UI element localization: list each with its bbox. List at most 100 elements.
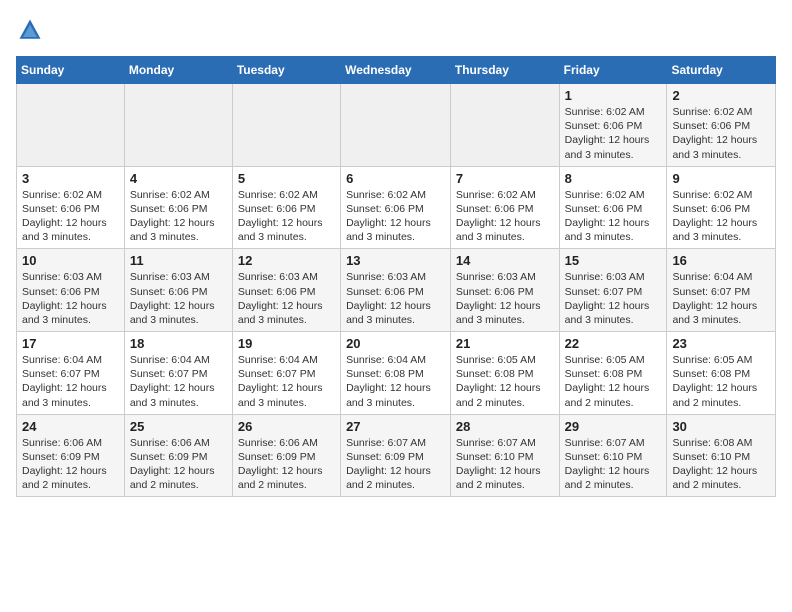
day-number: 3: [22, 171, 119, 186]
calendar-cell: 18 Sunrise: 6:04 AM Sunset: 6:07 PM Dayli…: [124, 332, 232, 415]
day-info: Sunrise: 6:05 AM Sunset: 6:08 PM Dayligh…: [456, 353, 554, 410]
day-info: Sunrise: 6:03 AM Sunset: 6:06 PM Dayligh…: [130, 270, 227, 327]
calendar-cell: 22Sunrise: 6:05 AM Sunset: 6:08 PM Dayli…: [559, 332, 667, 415]
day-info: Sunrise: 6:02 AM Sunset: 6:06 PM Dayligh…: [22, 188, 119, 245]
calendar-cell: 11 Sunrise: 6:03 AM Sunset: 6:06 PM Dayli…: [124, 249, 232, 332]
calendar-cell: 10 Sunrise: 6:03 AM Sunset: 6:06 PM Dayli…: [17, 249, 125, 332]
calendar-cell: 4 Sunrise: 6:02 AM Sunset: 6:06 PM Daylig…: [124, 166, 232, 249]
calendar-cell: 17 Sunrise: 6:04 AM Sunset: 6:07 PM Dayli…: [17, 332, 125, 415]
calendar-cell: 1Sunrise: 6:02 AM Sunset: 6:06 PM Daylig…: [559, 84, 667, 167]
calendar-cell: 9Sunrise: 6:02 AM Sunset: 6:06 PM Daylig…: [667, 166, 776, 249]
day-number: 27: [346, 419, 445, 434]
day-info: Sunrise: 6:04 AM Sunset: 6:07 PM Dayligh…: [238, 353, 335, 410]
calendar-cell: [17, 84, 125, 167]
day-info: Sunrise: 6:08 AM Sunset: 6:10 PM Dayligh…: [672, 436, 770, 493]
weekday-header: Friday: [559, 57, 667, 84]
calendar-header: SundayMondayTuesdayWednesdayThursdayFrid…: [17, 57, 776, 84]
day-number: 14: [456, 253, 554, 268]
calendar-cell: 12 Sunrise: 6:03 AM Sunset: 6:06 PM Dayli…: [232, 249, 340, 332]
day-info: Sunrise: 6:02 AM Sunset: 6:06 PM Dayligh…: [672, 188, 770, 245]
calendar-cell: 15 Sunrise: 6:03 AM Sunset: 6:07 PM Dayli…: [559, 249, 667, 332]
weekday-header: Monday: [124, 57, 232, 84]
calendar-cell: 7 Sunrise: 6:02 AM Sunset: 6:06 PM Daylig…: [450, 166, 559, 249]
weekday-header: Saturday: [667, 57, 776, 84]
page-header: [16, 16, 776, 44]
day-number: 28: [456, 419, 554, 434]
day-number: 29: [565, 419, 662, 434]
calendar-cell: [124, 84, 232, 167]
calendar-cell: 13Sunrise: 6:03 AM Sunset: 6:06 PM Dayli…: [341, 249, 451, 332]
day-number: 13: [346, 253, 445, 268]
day-info: Sunrise: 6:02 AM Sunset: 6:06 PM Dayligh…: [672, 105, 770, 162]
calendar-table: SundayMondayTuesdayWednesdayThursdayFrid…: [16, 56, 776, 497]
day-info: Sunrise: 6:03 AM Sunset: 6:06 PM Dayligh…: [456, 270, 554, 327]
calendar-cell: 20Sunrise: 6:04 AM Sunset: 6:08 PM Dayli…: [341, 332, 451, 415]
calendar-cell: 23 Sunrise: 6:05 AM Sunset: 6:08 PM Dayli…: [667, 332, 776, 415]
day-number: 6: [346, 171, 445, 186]
day-info: Sunrise: 6:02 AM Sunset: 6:06 PM Dayligh…: [565, 188, 662, 245]
day-number: 30: [672, 419, 770, 434]
day-info: Sunrise: 6:05 AM Sunset: 6:08 PM Dayligh…: [672, 353, 770, 410]
day-info: Sunrise: 6:04 AM Sunset: 6:07 PM Dayligh…: [22, 353, 119, 410]
day-number: 12: [238, 253, 335, 268]
calendar-week-row: 10 Sunrise: 6:03 AM Sunset: 6:06 PM Dayli…: [17, 249, 776, 332]
day-number: 15: [565, 253, 662, 268]
day-info: Sunrise: 6:04 AM Sunset: 6:07 PM Dayligh…: [130, 353, 227, 410]
logo-icon: [16, 16, 44, 44]
calendar-cell: [450, 84, 559, 167]
day-info: Sunrise: 6:06 AM Sunset: 6:09 PM Dayligh…: [238, 436, 335, 493]
calendar-cell: 27 Sunrise: 6:07 AM Sunset: 6:09 PM Dayli…: [341, 414, 451, 497]
calendar-cell: 6 Sunrise: 6:02 AM Sunset: 6:06 PM Daylig…: [341, 166, 451, 249]
logo: [16, 16, 50, 44]
day-number: 24: [22, 419, 119, 434]
weekday-header: Thursday: [450, 57, 559, 84]
day-number: 17: [22, 336, 119, 351]
calendar-cell: 29 Sunrise: 6:07 AM Sunset: 6:10 PM Dayli…: [559, 414, 667, 497]
day-number: 5: [238, 171, 335, 186]
day-info: Sunrise: 6:06 AM Sunset: 6:09 PM Dayligh…: [22, 436, 119, 493]
day-info: Sunrise: 6:02 AM Sunset: 6:06 PM Dayligh…: [565, 105, 662, 162]
day-info: Sunrise: 6:07 AM Sunset: 6:10 PM Dayligh…: [565, 436, 662, 493]
calendar-cell: 26 Sunrise: 6:06 AM Sunset: 6:09 PM Dayli…: [232, 414, 340, 497]
weekday-header: Tuesday: [232, 57, 340, 84]
calendar-cell: 14 Sunrise: 6:03 AM Sunset: 6:06 PM Dayli…: [450, 249, 559, 332]
day-number: 21: [456, 336, 554, 351]
day-number: 4: [130, 171, 227, 186]
calendar-cell: 25Sunrise: 6:06 AM Sunset: 6:09 PM Dayli…: [124, 414, 232, 497]
day-info: Sunrise: 6:03 AM Sunset: 6:07 PM Dayligh…: [565, 270, 662, 327]
calendar-week-row: 1Sunrise: 6:02 AM Sunset: 6:06 PM Daylig…: [17, 84, 776, 167]
calendar-cell: 21 Sunrise: 6:05 AM Sunset: 6:08 PM Dayli…: [450, 332, 559, 415]
day-info: Sunrise: 6:07 AM Sunset: 6:09 PM Dayligh…: [346, 436, 445, 493]
weekday-header: Wednesday: [341, 57, 451, 84]
day-info: Sunrise: 6:03 AM Sunset: 6:06 PM Dayligh…: [22, 270, 119, 327]
day-number: 25: [130, 419, 227, 434]
day-info: Sunrise: 6:02 AM Sunset: 6:06 PM Dayligh…: [238, 188, 335, 245]
day-info: Sunrise: 6:02 AM Sunset: 6:06 PM Dayligh…: [346, 188, 445, 245]
day-number: 16: [672, 253, 770, 268]
day-number: 11: [130, 253, 227, 268]
day-number: 10: [22, 253, 119, 268]
day-number: 23: [672, 336, 770, 351]
day-info: Sunrise: 6:07 AM Sunset: 6:10 PM Dayligh…: [456, 436, 554, 493]
calendar-week-row: 17 Sunrise: 6:04 AM Sunset: 6:07 PM Dayli…: [17, 332, 776, 415]
day-number: 26: [238, 419, 335, 434]
day-number: 7: [456, 171, 554, 186]
calendar-cell: 2 Sunrise: 6:02 AM Sunset: 6:06 PM Daylig…: [667, 84, 776, 167]
calendar-cell: 16Sunrise: 6:04 AM Sunset: 6:07 PM Dayli…: [667, 249, 776, 332]
calendar-cell: 5 Sunrise: 6:02 AM Sunset: 6:06 PM Daylig…: [232, 166, 340, 249]
calendar-week-row: 3 Sunrise: 6:02 AM Sunset: 6:06 PM Daylig…: [17, 166, 776, 249]
weekday-header: Sunday: [17, 57, 125, 84]
day-number: 18: [130, 336, 227, 351]
day-info: Sunrise: 6:02 AM Sunset: 6:06 PM Dayligh…: [130, 188, 227, 245]
calendar-cell: 3 Sunrise: 6:02 AM Sunset: 6:06 PM Daylig…: [17, 166, 125, 249]
calendar-cell: [232, 84, 340, 167]
day-info: Sunrise: 6:02 AM Sunset: 6:06 PM Dayligh…: [456, 188, 554, 245]
day-info: Sunrise: 6:03 AM Sunset: 6:06 PM Dayligh…: [238, 270, 335, 327]
calendar-cell: [341, 84, 451, 167]
day-number: 2: [672, 88, 770, 103]
calendar-cell: 19 Sunrise: 6:04 AM Sunset: 6:07 PM Dayli…: [232, 332, 340, 415]
day-number: 19: [238, 336, 335, 351]
calendar-week-row: 24 Sunrise: 6:06 AM Sunset: 6:09 PM Dayli…: [17, 414, 776, 497]
day-number: 22: [565, 336, 662, 351]
calendar-cell: 8Sunrise: 6:02 AM Sunset: 6:06 PM Daylig…: [559, 166, 667, 249]
